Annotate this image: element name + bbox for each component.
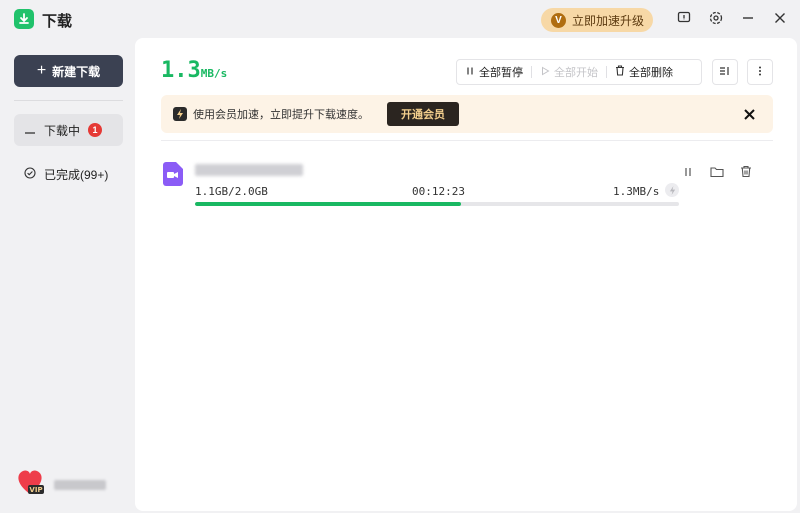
new-download-label: 新建下载 bbox=[52, 64, 101, 79]
file-name-redacted bbox=[195, 164, 303, 176]
vip-promo-banner: 使用会员加速，立即提升下载速度。 开通会员 bbox=[161, 95, 773, 133]
task-time-remaining: 00:12:23 bbox=[412, 185, 465, 198]
open-folder-icon[interactable] bbox=[709, 164, 724, 179]
check-circle-icon bbox=[24, 166, 36, 182]
feedback-icon[interactable] bbox=[676, 10, 692, 26]
banner-close-icon[interactable] bbox=[741, 106, 757, 122]
title-bar: 下载 V 立即加速升级 bbox=[0, 0, 800, 38]
more-options-button[interactable] bbox=[747, 59, 773, 85]
pause-all-label: 全部暂停 bbox=[479, 67, 523, 79]
accelerate-icon[interactable] bbox=[665, 183, 679, 197]
pause-all-button[interactable]: 全部暂停 bbox=[457, 64, 531, 80]
main-panel: 1.3MB/s 全部暂停 全部开始 全部删除 使用会员加速，立即提升下载速度。 … bbox=[135, 38, 797, 511]
banner-text: 使用会员加速，立即提升下载速度。 bbox=[193, 109, 369, 121]
list-view-button[interactable] bbox=[712, 59, 738, 85]
task-progress-fill bbox=[195, 202, 462, 206]
svg-text:VIP: VIP bbox=[29, 486, 42, 494]
task-actions bbox=[680, 164, 753, 179]
settings-icon[interactable] bbox=[708, 10, 724, 26]
speed-value: 1.3 bbox=[161, 58, 201, 83]
new-download-button[interactable]: + 新建下载 bbox=[14, 55, 123, 87]
speed-unit: MB/s bbox=[200, 67, 228, 80]
task-delete-icon[interactable] bbox=[738, 164, 753, 179]
vip-v-icon: V bbox=[551, 12, 566, 28]
close-icon[interactable] bbox=[772, 10, 788, 26]
start-all-button[interactable]: 全部开始 bbox=[532, 64, 606, 80]
open-vip-button[interactable]: 开通会员 bbox=[387, 102, 459, 126]
total-speed: 1.3MB/s bbox=[161, 58, 227, 83]
sidebar-item-label: 下载中 bbox=[44, 123, 81, 138]
minimize-icon[interactable] bbox=[740, 10, 756, 26]
plus-icon: + bbox=[36, 62, 47, 79]
app-logo-icon bbox=[14, 9, 34, 29]
delete-all-button[interactable]: 全部删除 bbox=[607, 64, 681, 80]
window-controls bbox=[676, 10, 788, 26]
task-speed: 1.3MB/s bbox=[613, 185, 660, 198]
download-task-row[interactable]: 1.1GB/2.0GB 00:12:23 1.3MB/s bbox=[161, 158, 773, 214]
start-all-label: 全部开始 bbox=[554, 67, 598, 79]
more-vertical-icon bbox=[754, 65, 766, 80]
downloading-icon bbox=[24, 123, 36, 138]
pause-icon bbox=[465, 66, 475, 79]
task-pause-icon[interactable] bbox=[680, 164, 695, 179]
trash-icon bbox=[615, 65, 625, 79]
user-name-redacted bbox=[54, 479, 106, 490]
sidebar-item-downloading[interactable]: 下载中 1 bbox=[14, 114, 123, 146]
play-icon bbox=[540, 66, 550, 79]
video-file-icon bbox=[163, 162, 183, 186]
app-title: 下载 bbox=[42, 13, 73, 30]
task-progress-bar bbox=[195, 202, 679, 206]
count-badge: 1 bbox=[88, 123, 103, 137]
task-size-progress: 1.1GB/2.0GB bbox=[195, 185, 268, 198]
user-profile[interactable]: VIP bbox=[14, 468, 106, 501]
sidebar-item-completed[interactable]: 已完成(99+) bbox=[14, 158, 123, 190]
delete-all-label: 全部删除 bbox=[629, 67, 673, 79]
sidebar-item-label: 已完成(99+) bbox=[44, 167, 109, 182]
main-divider bbox=[161, 140, 773, 141]
lightning-icon bbox=[173, 107, 187, 121]
upgrade-label: 立即加速升级 bbox=[572, 13, 645, 28]
vip-heart-avatar: VIP bbox=[14, 468, 46, 501]
sidebar-divider bbox=[14, 100, 123, 101]
batch-toolbar: 全部暂停 全部开始 全部删除 bbox=[456, 59, 702, 85]
sidebar: + 新建下载 下载中 1 已完成(99+) VIP bbox=[0, 38, 135, 513]
upgrade-speed-button[interactable]: V 立即加速升级 bbox=[541, 8, 653, 32]
list-view-icon bbox=[719, 65, 731, 80]
